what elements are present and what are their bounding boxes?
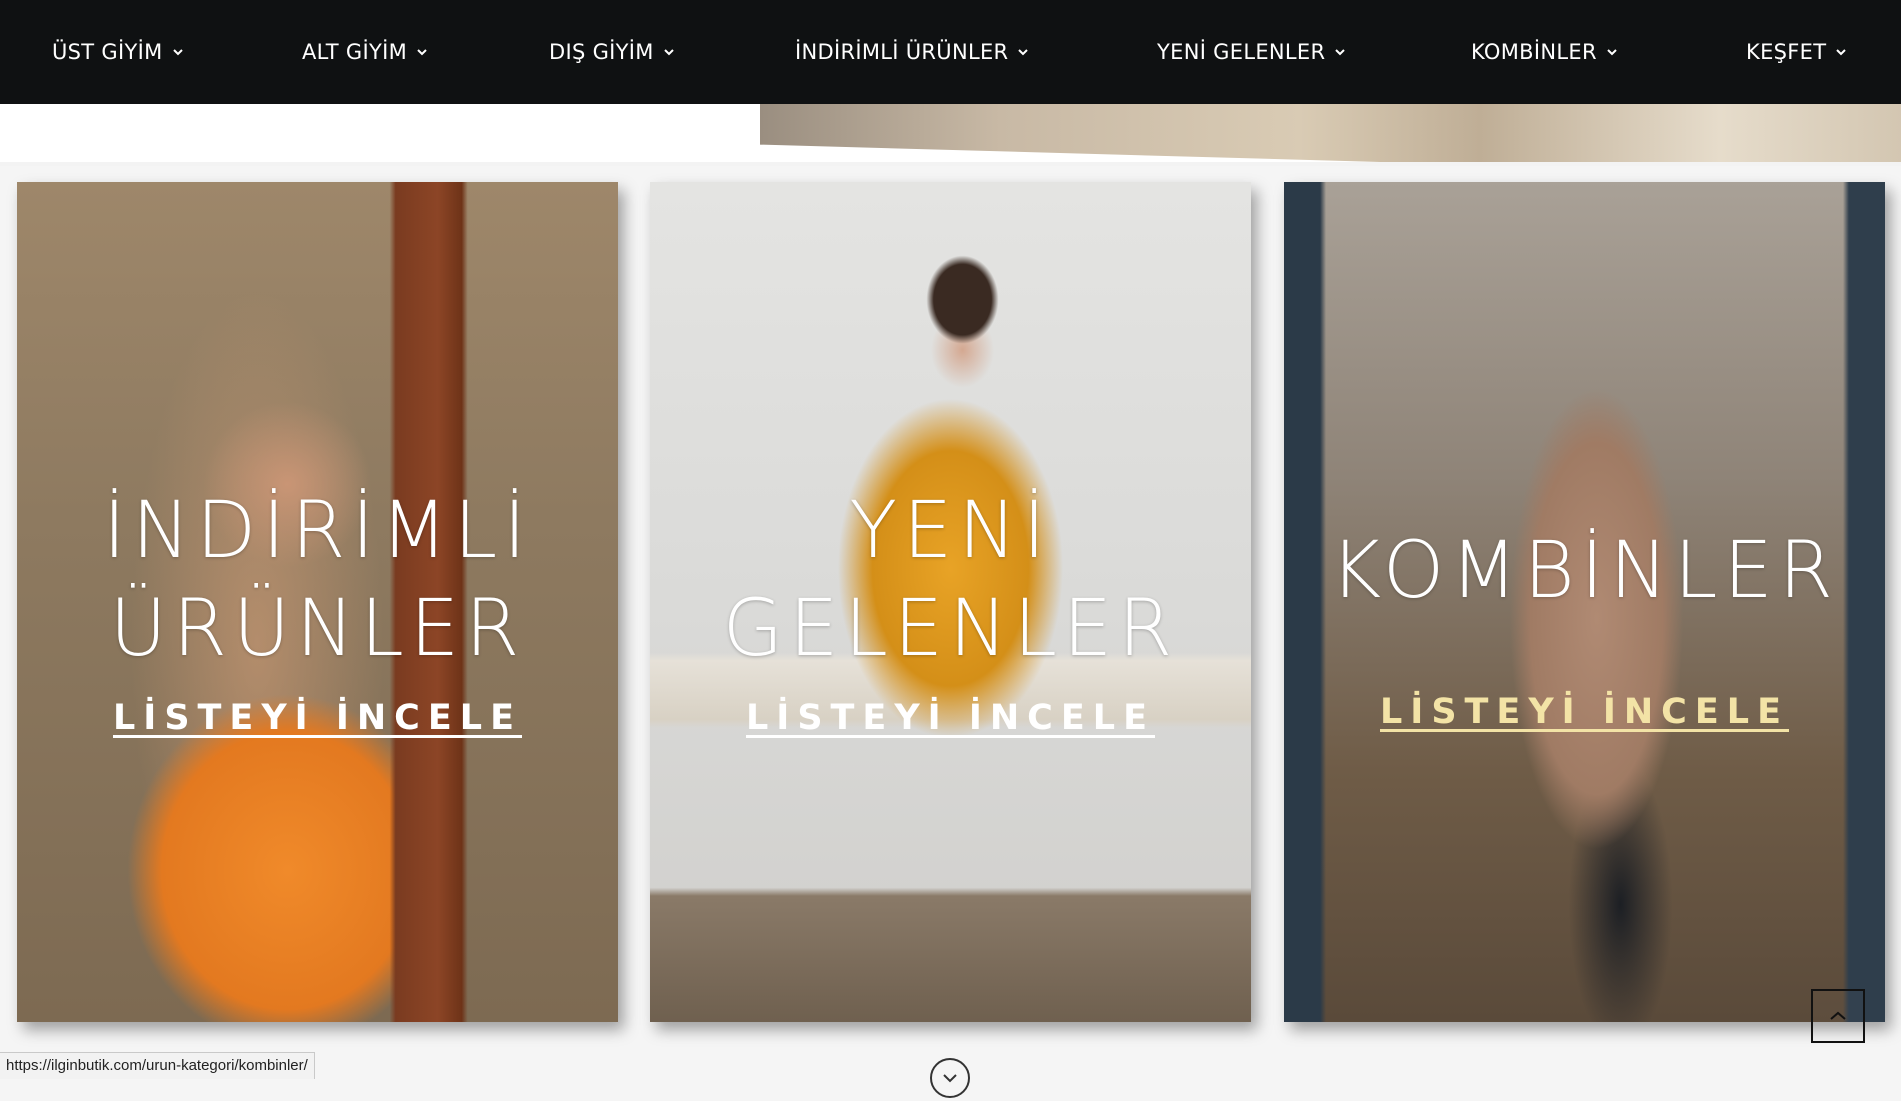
chevron-down-icon [1018,49,1029,56]
chevron-down-icon [1335,49,1346,56]
card-title: İNDİRİMLİ ÜRÜNLER [102,486,533,674]
nav-item-dis-giyim[interactable]: DIŞ GİYİM [549,0,676,104]
chevron-down-icon [943,1074,957,1083]
nav-item-label: DIŞ GİYİM [549,40,654,64]
card-link-listeyi-incele[interactable]: LİSTEYİ İNCELE [650,698,1251,738]
chevron-up-icon [1830,1011,1846,1020]
nav-item-label: ALT GİYİM [302,40,407,64]
nav-item-alt-giyim[interactable]: ALT GİYİM [302,0,429,104]
nav-item-kombinler[interactable]: KOMBİNLER [1471,0,1619,104]
nav-item-label: YENİ GELENLER [1157,40,1326,64]
chevron-down-icon [1607,49,1617,56]
section-divider [0,162,1901,166]
category-card-kombinler[interactable]: KOMBİNLER LİSTEYİ İNCELE [1284,182,1885,1022]
nav-item-ust-giyim[interactable]: ÜST GİYİM [52,0,185,104]
nav-item-label: KEŞFET [1746,40,1827,64]
scroll-to-top-button[interactable] [1811,989,1865,1043]
nav-item-label: KOMBİNLER [1471,40,1597,64]
category-card-indirimli-urunler[interactable]: İNDİRİMLİ ÜRÜNLER LİSTEYİ İNCELE [17,182,618,1022]
chevron-down-icon [663,49,674,56]
nav-item-label: ÜST GİYİM [52,40,163,64]
nav-item-label: İNDİRİMLİ ÜRÜNLER [795,40,1009,64]
chevron-down-icon [1836,49,1847,56]
status-bar-url: https://ilginbutik.com/urun-kategori/kom… [0,1052,315,1079]
card-link-listeyi-incele[interactable]: LİSTEYİ İNCELE [17,698,618,738]
card-title: KOMBİNLER [1330,526,1839,616]
card-link-listeyi-incele[interactable]: LİSTEYİ İNCELE [1284,692,1885,732]
category-card-yeni-gelenler[interactable]: YENİ GELENLER LİSTEYİ İNCELE [650,182,1251,1022]
nav-item-yeni-gelenler[interactable]: YENİ GELENLER [1157,0,1347,104]
nav-item-indirimli-urunler[interactable]: İNDİRİMLİ ÜRÜNLER [795,0,1030,104]
chevron-down-icon [172,49,183,56]
hero-image-remnant [0,104,1901,166]
chevron-down-icon [417,49,427,56]
scroll-down-button[interactable] [930,1058,970,1098]
card-title: YENİ GELENLER [722,486,1179,674]
main-navigation: ÜST GİYİM ALT GİYİM DIŞ GİYİM İNDİRİMLİ … [0,0,1901,104]
nav-item-kesfet[interactable]: KEŞFET [1746,0,1848,104]
